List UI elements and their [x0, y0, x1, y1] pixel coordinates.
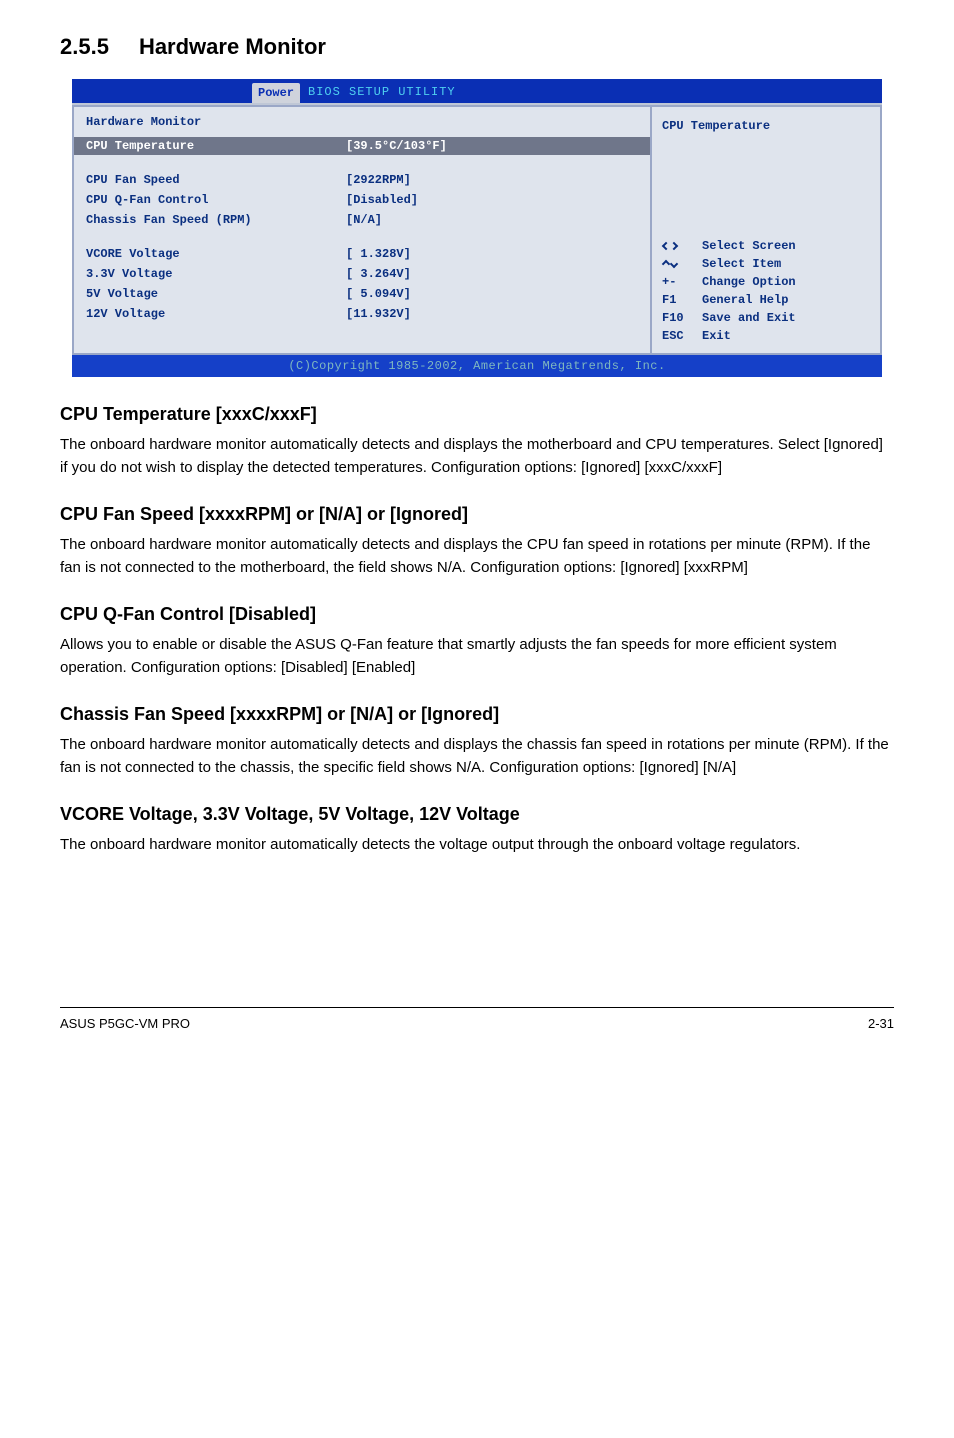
bios-screenshot: Power BIOS SETUP UTILITY Hardware Monito… [72, 79, 882, 377]
help-text: Select Item [702, 255, 781, 273]
paragraph: Allows you to enable or disable the ASUS… [60, 634, 894, 679]
help-key: F10 [662, 309, 702, 327]
bios-row-value: [ 1.328V] [346, 245, 411, 263]
bios-row-label: 3.3V Voltage [86, 265, 346, 283]
bios-utility-title: BIOS SETUP UTILITY [308, 83, 456, 103]
paragraph: The onboard hardware monitor automatical… [60, 434, 894, 479]
section-title-text: Hardware Monitor [139, 34, 326, 59]
heading-cpu-fan-speed: CPU Fan Speed [xxxxRPM] or [N/A] or [Ign… [60, 501, 894, 528]
bios-row[interactable]: 5V Voltage [ 5.094V] [86, 285, 638, 303]
help-text: Change Option [702, 273, 796, 291]
bios-row-value: [2922RPM] [346, 171, 411, 189]
footer-product: ASUS P5GC-VM PRO [60, 1014, 190, 1034]
footer-page-number: 2-31 [868, 1014, 894, 1034]
bios-row-value: [ 3.264V] [346, 265, 411, 283]
bios-selected-row[interactable]: CPU Temperature [39.5°C/103°F] [74, 137, 650, 155]
bios-copyright: (C)Copyright 1985-2002, American Megatre… [72, 355, 882, 377]
bios-row[interactable]: CPU Fan Speed [2922RPM] [86, 171, 638, 189]
paragraph: The onboard hardware monitor automatical… [60, 534, 894, 579]
bios-row[interactable]: CPU Q-Fan Control [Disabled] [86, 191, 638, 209]
section-number: 2.5.5 [60, 34, 109, 59]
bios-row-value: [N/A] [346, 211, 382, 229]
bios-left-panel: Hardware Monitor CPU Temperature [39.5°C… [72, 105, 652, 355]
bios-row-value: [Disabled] [346, 191, 418, 209]
bios-row-value: [11.932V] [346, 305, 411, 323]
bios-row[interactable]: 12V Voltage [11.932V] [86, 305, 638, 323]
help-text: Select Screen [702, 237, 796, 255]
bios-row-label: Chassis Fan Speed (RPM) [86, 211, 346, 229]
heading-chassis-fan-speed: Chassis Fan Speed [xxxxRPM] or [N/A] or … [60, 701, 894, 728]
help-text: Save and Exit [702, 309, 796, 327]
bios-body: Hardware Monitor CPU Temperature [39.5°C… [72, 103, 882, 355]
arrow-left-right-icon [662, 237, 702, 255]
help-key: +- [662, 273, 702, 291]
bios-help-block: Select Screen Select Item +- Change Opti… [662, 237, 870, 345]
bios-row-label: CPU Q-Fan Control [86, 191, 346, 209]
help-text: General Help [702, 291, 788, 309]
section-heading: 2.5.5 Hardware Monitor [60, 30, 894, 63]
help-text: Exit [702, 327, 731, 345]
heading-cpu-q-fan: CPU Q-Fan Control [Disabled] [60, 601, 894, 628]
bios-row[interactable]: Chassis Fan Speed (RPM) [N/A] [86, 211, 638, 229]
bios-row-label: 5V Voltage [86, 285, 346, 303]
bios-right-panel: CPU Temperature Select Screen Select Ite… [652, 105, 882, 355]
bios-row[interactable]: 3.3V Voltage [ 3.264V] [86, 265, 638, 283]
page-footer: ASUS P5GC-VM PRO 2-31 [60, 1007, 894, 1034]
bios-row-label: 12V Voltage [86, 305, 346, 323]
bios-row-label: CPU Fan Speed [86, 171, 346, 189]
bios-help-title: CPU Temperature [662, 117, 870, 135]
arrow-up-down-icon [662, 255, 702, 273]
bios-row[interactable]: VCORE Voltage [ 1.328V] [86, 245, 638, 263]
bios-tab: Power [252, 83, 300, 103]
bios-row-value: [ 5.094V] [346, 285, 411, 303]
heading-cpu-temperature: CPU Temperature [xxxC/xxxF] [60, 401, 894, 428]
bios-row-label: VCORE Voltage [86, 245, 346, 263]
help-key: ESC [662, 327, 702, 345]
bios-panel-title: Hardware Monitor [86, 113, 638, 131]
bios-row-label: CPU Temperature [86, 137, 346, 155]
help-key: F1 [662, 291, 702, 309]
paragraph: The onboard hardware monitor automatical… [60, 834, 894, 857]
paragraph: The onboard hardware monitor automatical… [60, 734, 894, 779]
bios-header: Power BIOS SETUP UTILITY [72, 79, 882, 103]
bios-row-value: [39.5°C/103°F] [346, 137, 447, 155]
heading-voltages: VCORE Voltage, 3.3V Voltage, 5V Voltage,… [60, 801, 894, 828]
